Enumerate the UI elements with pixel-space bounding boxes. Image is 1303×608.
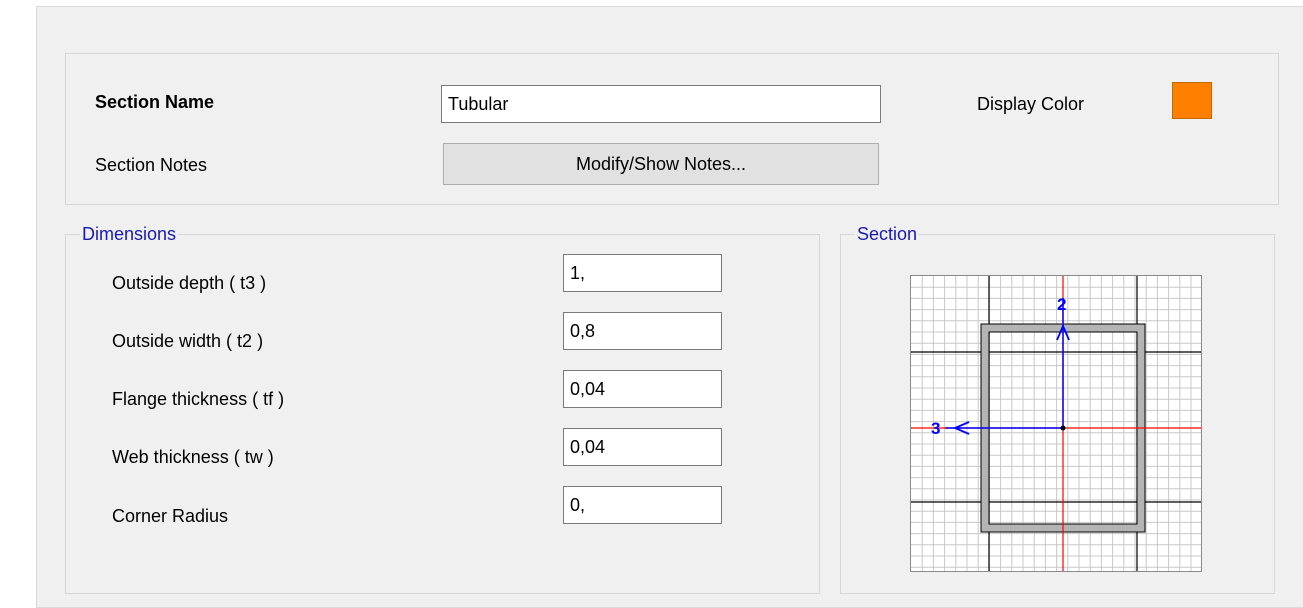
flange-thickness-input[interactable] [563,370,722,408]
web-thickness-input[interactable] [563,428,722,466]
display-color-label: Display Color [977,94,1085,114]
modify-show-notes-button[interactable]: Modify/Show Notes... [443,143,879,185]
outside-depth-input[interactable] [563,254,722,292]
section-preview-group-title: Section [855,224,920,245]
display-color-swatch[interactable] [1172,82,1212,119]
section-name-input[interactable] [441,85,881,123]
outside-width-label: Outside width ( t2 ) [112,331,264,351]
axis-2-label: 2 [1057,295,1066,314]
section-drawing: 2 3 [911,276,1201,571]
section-preview-canvas: 2 3 [910,275,1202,572]
corner-radius-label: Corner Radius [112,506,229,526]
section-notes-label: Section Notes [95,155,208,175]
origin-point [1060,425,1066,431]
corner-radius-input[interactable] [563,486,722,524]
outside-depth-label: Outside depth ( t3 ) [112,273,267,293]
section-name-label: Section Name [95,92,215,112]
web-thickness-label: Web thickness ( tw ) [112,447,274,467]
axis-3-label: 3 [931,419,940,438]
dimensions-group-title: Dimensions [80,224,179,245]
flange-thickness-label: Flange thickness ( tf ) [112,389,285,409]
outside-width-input[interactable] [563,312,722,350]
